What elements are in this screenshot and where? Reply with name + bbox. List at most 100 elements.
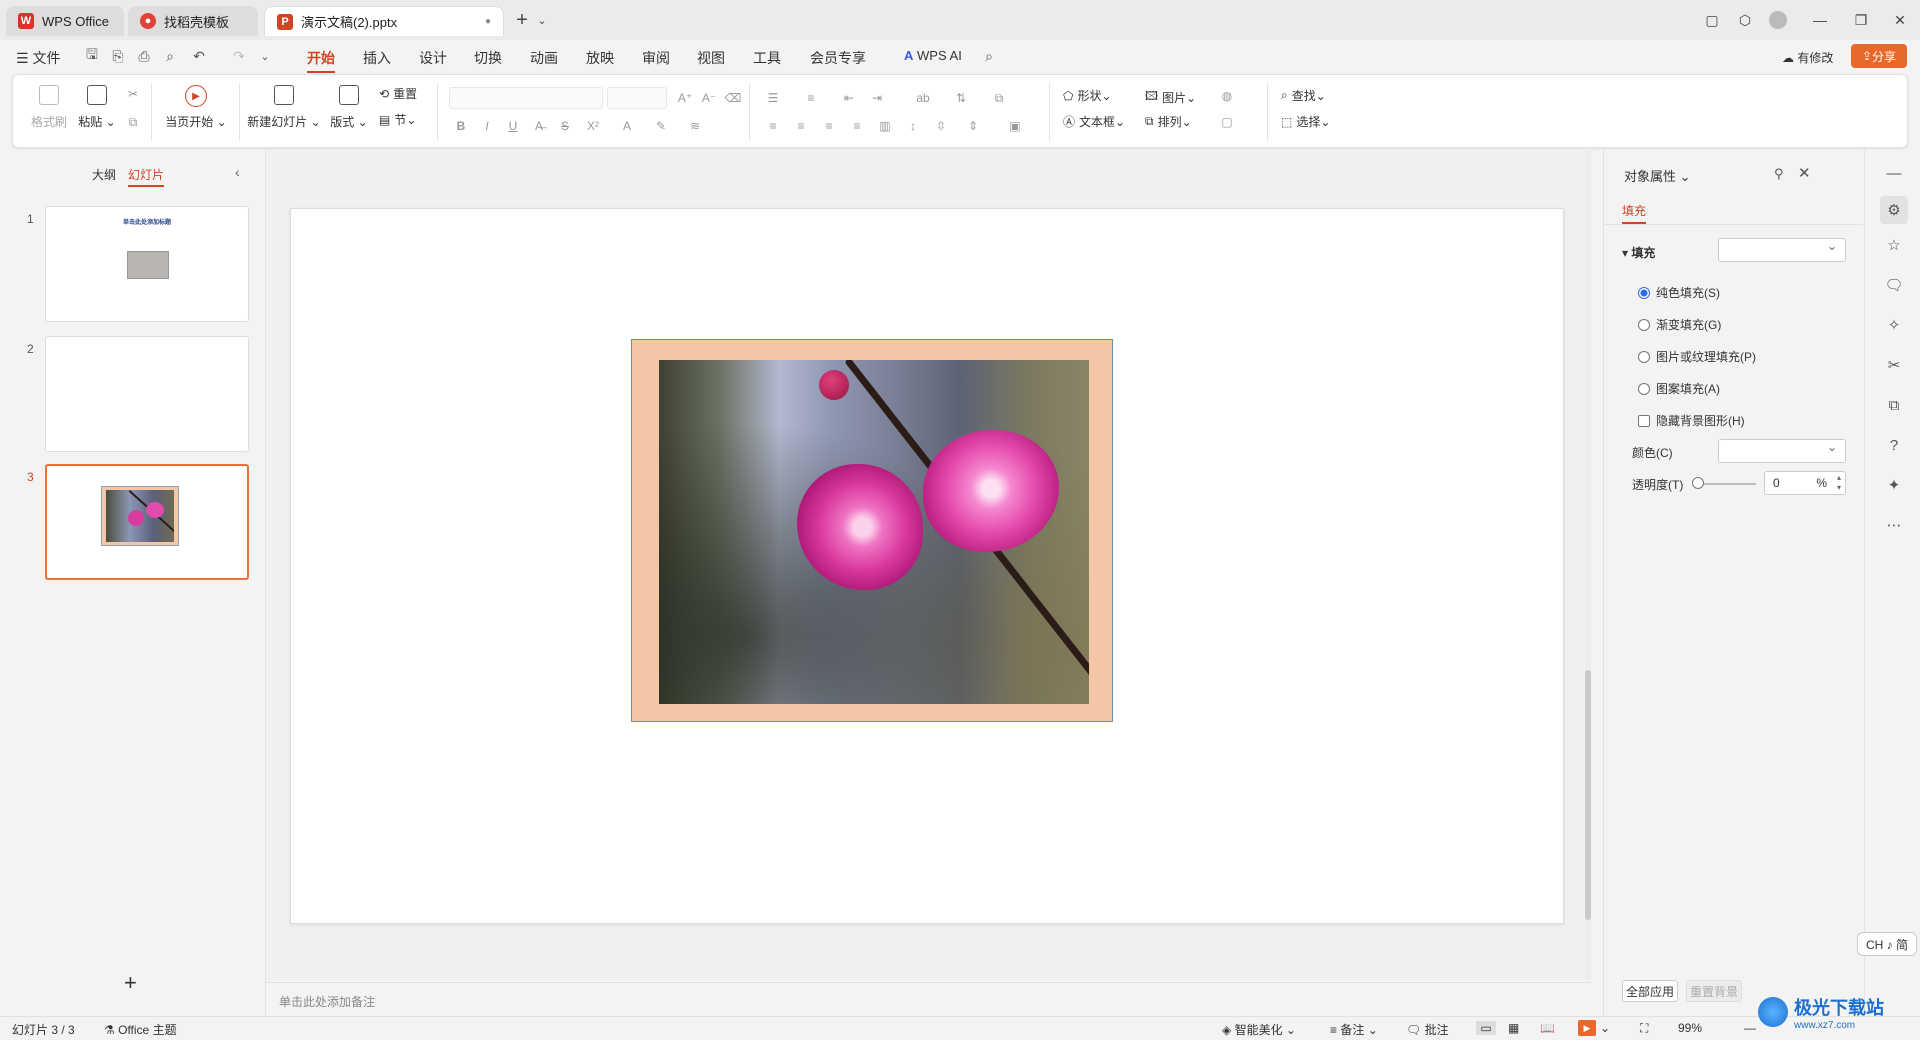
fit-window-icon[interactable]: ⛶ [1640, 1021, 1648, 1036]
picture-frame-shape[interactable] [631, 339, 1113, 722]
transparency-slider[interactable] [1696, 483, 1756, 485]
tab-wps-office[interactable]: W WPS Office [6, 6, 124, 36]
line-spacing-icon[interactable]: ↕ [905, 119, 921, 133]
option-solid-fill[interactable]: 纯色填充(S) [1638, 284, 1720, 301]
panel-title[interactable]: 对象属性 ⌄ [1624, 166, 1691, 185]
print-icon[interactable]: ⎙ [135, 47, 153, 65]
star-icon[interactable]: ☆ [1885, 236, 1903, 254]
layout-button[interactable]: 版式 ⌄ [330, 85, 368, 130]
minimize-icon[interactable]: — [1810, 10, 1830, 30]
animation-icon[interactable]: ✧ [1885, 316, 1903, 334]
window-layout-icon[interactable]: ▢ [1702, 10, 1722, 30]
strikethrough-a-icon[interactable]: A̶ [531, 119, 547, 133]
help-icon[interactable]: ? [1885, 436, 1903, 454]
pdf-export-icon[interactable]: ⎘ [109, 47, 127, 65]
redo-icon[interactable]: ↷ [230, 47, 248, 65]
hide-bg-checkbox[interactable]: 隐藏背景图形(H) [1638, 412, 1745, 429]
option-pattern-fill[interactable]: 图案填充(A) [1638, 380, 1720, 397]
new-tab-plus-icon[interactable]: + [512, 9, 532, 31]
share-button[interactable]: ⇪ 分享 [1851, 44, 1907, 68]
zoom-out-icon[interactable]: — [1744, 1021, 1756, 1035]
unsaved-dot-icon[interactable]: ● [485, 16, 491, 27]
vertical-scrollbar[interactable] [1585, 150, 1591, 980]
add-slide-button[interactable]: + [124, 970, 137, 996]
fill-type-dropdown[interactable] [1718, 238, 1846, 262]
notes-pane[interactable]: 单击此处添加备注 [267, 982, 1591, 1016]
font-color-icon[interactable]: A [619, 119, 635, 133]
wps-ai-button[interactable]: A WPS AI [904, 48, 962, 63]
align-right-icon[interactable]: ≡ [821, 119, 837, 133]
find-button[interactable]: ⌕ 查找 ⌄ [1281, 87, 1326, 104]
properties-icon[interactable]: ⚙ [1880, 196, 1908, 224]
cube-icon[interactable]: ⬡ [1735, 10, 1755, 30]
search-icon[interactable]: ⌕ [980, 47, 998, 65]
close-panel-icon[interactable]: ✕ [1798, 164, 1811, 182]
increase-indent-icon[interactable]: ⇥ [869, 91, 885, 105]
collapse-sidebar-icon[interactable]: — [1885, 164, 1903, 182]
menu-review[interactable]: 审阅 [642, 48, 670, 68]
shape-button[interactable]: ⬠ 形状 ⌄ [1063, 87, 1112, 104]
normal-view-icon[interactable]: ▭ [1476, 1021, 1496, 1035]
menu-home[interactable]: 开始 [307, 48, 335, 73]
slide-thumbnail-1[interactable]: 单击此处添加标题 [45, 206, 249, 322]
italic-icon[interactable]: I [479, 119, 495, 133]
menu-insert[interactable]: 插入 [363, 48, 391, 68]
arrange-button[interactable]: ⧉ 排列 ⌄ [1145, 113, 1192, 130]
tab-docer-templates[interactable]: ● 找稻壳模板 [128, 6, 258, 36]
bold-icon[interactable]: B [453, 119, 469, 133]
fill-section-header[interactable]: ▾ 填充 [1622, 244, 1655, 261]
justify-icon[interactable]: ≡ [849, 119, 865, 133]
copy-icon[interactable]: ⧉ [125, 115, 141, 129]
fill-icon[interactable]: ◍ [1219, 89, 1235, 103]
tab-outline[interactable]: 大纲 [92, 166, 116, 183]
align-left-icon[interactable]: ≡ [765, 119, 781, 133]
text-box-align-icon[interactable]: ▣ [1007, 119, 1023, 133]
menu-slideshow[interactable]: 放映 [586, 48, 614, 68]
file-menu[interactable]: ☰ 文件 [16, 48, 60, 68]
start-from-current-button[interactable]: ▶ 当页开始 ⌄ [165, 85, 227, 130]
option-picture-fill[interactable]: 图片或纹理填充(P) [1638, 348, 1756, 365]
reading-view-icon[interactable]: 📖 [1540, 1021, 1555, 1035]
cut-icon[interactable]: ✂ [125, 87, 141, 101]
modified-button[interactable]: ☁ 有修改 [1782, 49, 1833, 66]
font-size-dropdown[interactable] [607, 87, 667, 109]
slider-handle[interactable] [1692, 477, 1704, 489]
slideshow-options-icon[interactable]: ⌄ [1600, 1021, 1610, 1035]
comment-toggle[interactable]: 🗨 批注 [1406, 1021, 1449, 1038]
font-grow-icon[interactable]: A⁺ [677, 91, 693, 105]
paragraph-spacing-icon[interactable]: ⇳ [933, 119, 949, 133]
close-icon[interactable]: ✕ [1890, 10, 1910, 30]
paste-button[interactable]: 粘贴 ⌄ [77, 85, 117, 130]
tools-icon[interactable]: ✂ [1885, 356, 1903, 374]
beautify-button[interactable]: ◈ 智能美化 ⌄ [1222, 1021, 1296, 1038]
ime-indicator[interactable]: CH ♪ 简 [1857, 932, 1917, 956]
tab-presentation[interactable]: P 演示文稿(2).pptx ● [264, 6, 504, 36]
menu-animation[interactable]: 动画 [530, 48, 558, 68]
slide-thumbnail-3[interactable] [45, 464, 249, 580]
font-name-dropdown[interactable] [449, 87, 603, 109]
align-center-icon[interactable]: ≡ [793, 119, 809, 133]
font-shrink-icon[interactable]: A⁻ [701, 91, 717, 105]
save-icon[interactable]: 🖫 [83, 46, 101, 65]
option-gradient-fill[interactable]: 渐变填充(G) [1638, 316, 1721, 333]
pin-icon[interactable]: ⚲ [1774, 166, 1784, 182]
print-preview-icon[interactable]: ⌕ [161, 47, 179, 65]
sort-icon[interactable]: ⇅ [953, 91, 969, 105]
slideshow-play-icon[interactable]: ▶ [1578, 1020, 1596, 1036]
vertical-align-icon[interactable]: ⇕ [965, 119, 981, 133]
restore-icon[interactable]: ❐ [1851, 10, 1871, 30]
convert-icon[interactable]: ⧉ [991, 91, 1007, 105]
strikethrough-icon[interactable]: S [557, 119, 573, 133]
zoom-value[interactable]: 99% [1678, 1021, 1702, 1035]
numbering-icon[interactable]: ≡ [803, 91, 819, 105]
section-button[interactable]: ▤ 节 ⌄ [379, 111, 416, 128]
bullets-icon[interactable]: ☰ [765, 91, 781, 105]
superscript-icon[interactable]: X² [585, 119, 601, 133]
columns-icon[interactable]: ▥ [877, 119, 893, 133]
reset-background-button[interactable]: 重置背景 [1686, 980, 1742, 1002]
char-spacing-icon[interactable]: ≋ [687, 119, 703, 133]
theme-button[interactable]: ⚗ Office 主题 [104, 1021, 177, 1038]
menu-tools[interactable]: 工具 [753, 48, 781, 68]
highlight-icon[interactable]: ✎ [653, 119, 669, 133]
decrease-indent-icon[interactable]: ⇤ [841, 91, 857, 105]
